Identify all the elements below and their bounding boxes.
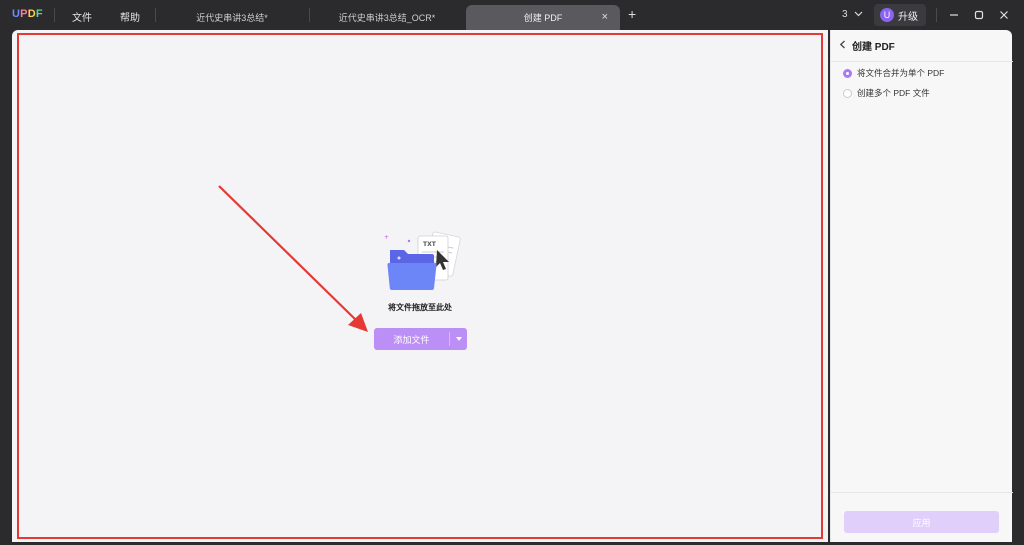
folder-illustration-icon: + TXT (384, 231, 461, 290)
option-label: 将文件合并为单个 PDF (857, 68, 945, 78)
option-label: 创建多个 PDF 文件 (857, 88, 930, 98)
radio-unselected[interactable] (843, 88, 852, 98)
apply-button[interactable]: 应用 (844, 511, 999, 533)
option-create-multiple-pdf[interactable]: 创建多个 PDF 文件 (843, 87, 930, 99)
option-merge-single-pdf[interactable]: 将文件合并为单个 PDF (843, 67, 944, 79)
tab-label: 近代史串讲3总结* (196, 13, 268, 23)
upgrade-button[interactable]: U 升级 (874, 4, 926, 26)
chevron-down-icon[interactable] (450, 328, 467, 350)
radio-selected[interactable] (843, 68, 852, 78)
document-count: 3 (842, 9, 848, 20)
divider (831, 492, 1013, 493)
divider (54, 8, 55, 22)
tab-label: 近代史串讲3总结_OCR* (338, 13, 436, 23)
avatar: U (880, 8, 894, 22)
menu-file[interactable]: 文件 (72, 9, 92, 24)
drop-hint-text: 将文件拖放至此处 (388, 303, 452, 312)
panel-header: 创建 PDF (839, 38, 895, 53)
illustration-label: TXT (423, 241, 437, 248)
menu-help[interactable]: 帮助 (120, 9, 140, 24)
svg-text:+: + (384, 234, 389, 241)
tab-create-pdf[interactable]: 创建 PDF × (466, 5, 620, 30)
tab-document-1[interactable]: 近代史串讲3总结* (156, 5, 308, 30)
document-count-dropdown[interactable]: 3 (842, 9, 863, 20)
close-window-icon[interactable] (996, 7, 1012, 23)
divider (936, 8, 937, 22)
add-file-button[interactable]: 添加文件 (374, 328, 467, 350)
minimize-icon[interactable] (946, 7, 962, 23)
tab-label: 创建 PDF (523, 13, 563, 23)
add-file-label[interactable]: 添加文件 (374, 328, 449, 350)
back-icon[interactable] (839, 40, 846, 52)
tab-document-2[interactable]: 近代史串讲3总结_OCR* (310, 5, 464, 30)
panel-title: 创建 PDF (852, 42, 895, 53)
updf-logo: UPDF (12, 8, 43, 20)
maximize-icon[interactable] (971, 7, 987, 23)
upgrade-label: 升级 (898, 11, 918, 23)
chevron-down-icon (854, 11, 863, 17)
new-tab-button[interactable]: + (628, 6, 636, 22)
title-bar: UPDF 文件 帮助 近代史串讲3总结* 近代史串讲3总结_OCR* 创建 PD… (0, 0, 1024, 30)
tab-close-icon[interactable]: × (602, 11, 608, 23)
create-pdf-panel: 创建 PDF 将文件合并为单个 PDF 创建多个 PDF 文件 应用 (830, 30, 1013, 542)
divider (831, 61, 1013, 62)
